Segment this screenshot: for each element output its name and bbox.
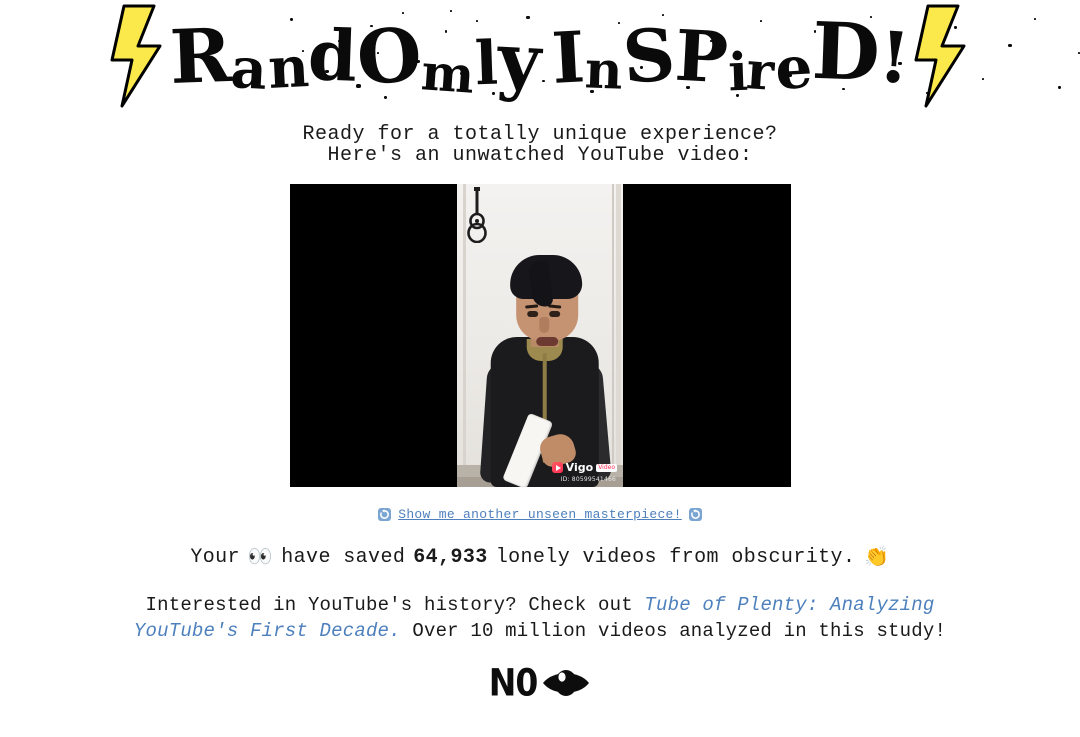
title-char: r (744, 40, 777, 103)
ink-speck (1033, 18, 1036, 20)
title-char: d (307, 13, 359, 98)
title-char: y (495, 16, 543, 106)
person-in-video (479, 247, 612, 487)
title-char (541, 54, 553, 88)
counter-value: 64,933 (413, 545, 488, 569)
video-area: Vigo Video ID: 80599541466 (0, 184, 1080, 487)
video-player[interactable]: Vigo Video ID: 80599541466 (289, 184, 791, 487)
title-char: I (550, 15, 588, 100)
history-paragraph: Interested in YouTube's history? Check o… (0, 592, 1080, 644)
footer-logo[interactable]: N0 (0, 660, 1080, 705)
refresh-row: Show me another unseen masterpiece! (0, 507, 1080, 522)
title-char: D (810, 5, 882, 100)
page-title: RandOmly In S Pi r e D! (168, 6, 913, 105)
intro-line-2: Here's an unwatched YouTube video: (327, 144, 753, 167)
ink-speck (1057, 86, 1061, 89)
vigo-video-id: ID: 80599541466 (560, 476, 616, 483)
title-char: P (672, 13, 730, 100)
title-char: R (168, 12, 233, 102)
recycle-icon[interactable] (688, 508, 702, 521)
guitar-icon (467, 187, 487, 243)
vigo-play-icon (551, 462, 563, 473)
show-another-link[interactable]: Show me another unseen masterpiece! (398, 507, 682, 522)
wall-trim-right-inner (612, 184, 614, 487)
vigo-brand-label: Vigo (565, 461, 594, 474)
eye-icon (543, 669, 590, 696)
page-title-wrap: RandOmly In S Pi r e D! (168, 0, 1080, 112)
intro-line-1: Ready for a totally unique experience? (302, 123, 778, 146)
wall-trim-right (616, 184, 621, 487)
title-char: n (266, 33, 311, 103)
title-char: e (773, 33, 814, 103)
site-header: RandOmly In S Pi r e D! (0, 0, 1080, 112)
footer-logo-text: N0 (488, 660, 539, 705)
ink-speck (449, 10, 452, 12)
history-lead: Interested in YouTube's history? Check o… (145, 594, 645, 616)
saved-videos-counter: Your 👀 have saved 64,933 lonely videos f… (0, 544, 1080, 571)
eyes-icon: 👀 (247, 547, 274, 570)
counter-suffix: lonely videos from obscurity. (495, 545, 856, 569)
mouth (536, 337, 559, 346)
title-char: a (229, 35, 270, 103)
title-char: S (619, 11, 678, 100)
video-frame: Vigo Video ID: 80599541466 (457, 184, 623, 487)
counter-middle: have saved (281, 545, 406, 569)
title-char: m (419, 42, 477, 105)
title-char: ! (876, 15, 913, 100)
clapping-hands-icon: 👏 (864, 547, 890, 570)
history-tail: Over 10 million videos analyzed in this … (400, 620, 947, 642)
nose (539, 317, 550, 333)
eye-left (527, 311, 539, 317)
title-char: l (473, 28, 499, 100)
lightning-bolt-icon (914, 4, 966, 108)
vigo-badge-label: Video (596, 463, 617, 472)
intro-text: Ready for a totally unique experience? H… (0, 124, 1080, 166)
ink-speck (1007, 44, 1012, 47)
title-char: n (583, 39, 624, 102)
title-char: O (354, 11, 425, 103)
counter-prefix: Your (190, 545, 240, 569)
eyebrow-left (525, 304, 539, 309)
vigo-watermark: Vigo Video (551, 461, 617, 474)
lightning-bolt-icon (110, 4, 162, 108)
eye-right (549, 311, 561, 317)
ink-speck (981, 78, 984, 80)
recycle-icon[interactable] (378, 508, 392, 521)
